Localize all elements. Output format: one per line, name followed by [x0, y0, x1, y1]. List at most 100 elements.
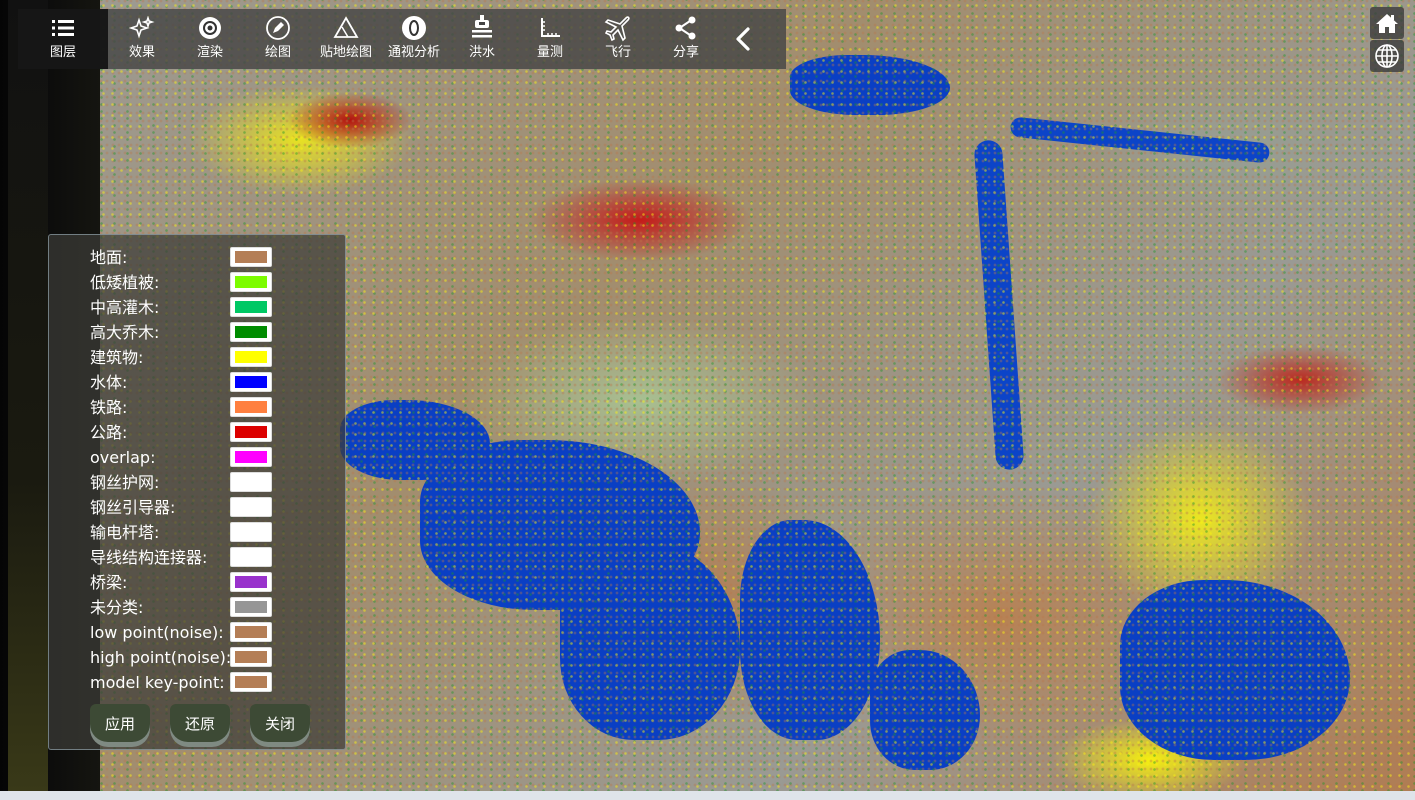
collapse-toolbar-button[interactable] [720, 9, 766, 69]
chevron-left-icon [736, 27, 750, 51]
legend-row-building: 建筑物: [49, 345, 347, 370]
ruler-icon [541, 18, 560, 37]
color-swatch[interactable] [230, 397, 272, 417]
tool-label: 渲染 [196, 45, 223, 60]
color-swatch[interactable] [230, 447, 272, 467]
color-swatch[interactable] [230, 597, 272, 617]
home-icon [1376, 14, 1398, 33]
color-swatch[interactable] [230, 647, 272, 667]
tool-label: 绘图 [264, 45, 291, 60]
close-button[interactable]: 关闭 [250, 704, 310, 742]
color-swatch[interactable] [230, 622, 272, 642]
tool-effects[interactable]: 效果 [108, 9, 176, 69]
color-swatch[interactable] [230, 297, 272, 317]
tool-layers[interactable]: 图层 [18, 9, 108, 69]
globe-button[interactable] [1370, 40, 1404, 72]
legend-label: 中高灌木: [90, 298, 160, 317]
swatch-fill [235, 301, 267, 313]
legend-row-wire-guide: 钢丝引导器: [49, 495, 347, 520]
tool-render[interactable]: 渲染 [176, 9, 244, 69]
legend-row-wire-guard: 钢丝护网: [49, 470, 347, 495]
legend-label: 钢丝引导器: [90, 498, 176, 517]
legend-row-water: 水体: [49, 370, 347, 395]
tool-label: 飞行 [604, 45, 631, 60]
legend-label: overlap: [90, 448, 156, 467]
legend-row-overlap: overlap: [49, 445, 347, 470]
legend-label: 钢丝护网: [90, 473, 160, 492]
legend-label: 水体: [90, 373, 128, 392]
color-swatch[interactable] [230, 422, 272, 442]
legend-label: high point(noise): [90, 648, 232, 667]
legend-label: 铁路: [90, 398, 128, 417]
color-swatch[interactable] [230, 372, 272, 392]
legend-row-transmission-tower: 输电杆塔: [49, 520, 347, 545]
tool-measure[interactable]: 量测 [516, 9, 584, 69]
flood-icon [472, 15, 492, 38]
swatch-fill [235, 576, 267, 588]
legend-row-wire-connector: 导线结构连接器: [49, 545, 347, 570]
legend-label: 公路: [90, 423, 128, 442]
color-swatch[interactable] [230, 497, 272, 517]
tool-label: 效果 [128, 45, 155, 60]
apply-button[interactable]: 应用 [90, 704, 150, 742]
swatch-fill [235, 651, 267, 663]
layers-icon [52, 20, 74, 36]
tool-visibility-analysis[interactable]: 通视分析 [380, 9, 448, 69]
swatch-fill [235, 401, 267, 413]
os-taskbar-strip [0, 791, 1415, 800]
color-swatch[interactable] [230, 672, 272, 692]
tool-flight[interactable]: 飞行 [584, 9, 652, 69]
color-swatch[interactable] [230, 272, 272, 292]
tool-label: 分享 [672, 45, 699, 60]
tool-flood[interactable]: 洪水 [448, 9, 516, 69]
tool-label: 图层 [49, 45, 76, 60]
legend-label: low point(noise): [90, 623, 224, 642]
map-left-edge-texture [8, 0, 48, 800]
tool-label: 通视分析 [387, 45, 440, 60]
legend-row-ground: 地面: [49, 245, 347, 270]
legend-label: 导线结构连接器: [90, 548, 208, 567]
ground-draw-icon [333, 16, 359, 38]
legend-label: 未分类: [90, 598, 144, 617]
swatch-fill [235, 376, 267, 388]
legend-row-bridge: 桥梁: [49, 570, 347, 595]
swatch-fill [235, 326, 267, 338]
legend-label: 输电杆塔: [90, 523, 160, 542]
legend-label: model key-point: [90, 673, 225, 692]
home-button[interactable] [1370, 7, 1404, 39]
color-swatch[interactable] [230, 247, 272, 267]
swatch-fill [235, 501, 267, 513]
render-icon [199, 17, 221, 39]
swatch-fill [235, 626, 267, 638]
classification-legend-panel: 地面: 低矮植被: 中高灌木: 高大乔木: 建筑物: 水体: 铁路: 公路: o… [48, 234, 346, 750]
legend-label: 地面: [90, 248, 128, 267]
pen-icon [266, 16, 290, 40]
legend-row-model-key-point: model key-point: [49, 670, 347, 695]
tool-draw[interactable]: 绘图 [244, 9, 312, 69]
legend-label: 建筑物: [90, 348, 144, 367]
swatch-fill [235, 451, 267, 463]
legend-row-medium-shrub: 中高灌木: [49, 295, 347, 320]
color-swatch[interactable] [230, 347, 272, 367]
tool-ground-draw[interactable]: 贴地绘图 [312, 9, 380, 69]
visibility-icon [402, 16, 426, 40]
legend-row-road: 公路: [49, 420, 347, 445]
restore-button[interactable]: 还原 [170, 704, 230, 742]
swatch-fill [235, 251, 267, 263]
tool-label: 贴地绘图 [319, 45, 372, 60]
color-swatch[interactable] [230, 547, 272, 567]
plane-icon [604, 16, 630, 42]
color-swatch[interactable] [230, 572, 272, 592]
swatch-fill [235, 276, 267, 288]
color-swatch[interactable] [230, 322, 272, 342]
color-swatch[interactable] [230, 522, 272, 542]
legend-label: 低矮植被: [90, 273, 160, 292]
share-icon [675, 16, 696, 40]
tool-share[interactable]: 分享 [652, 9, 720, 69]
color-swatch[interactable] [230, 472, 272, 492]
swatch-fill [235, 551, 267, 563]
legend-row-railway: 铁路: [49, 395, 347, 420]
legend-row-low-point-noise: low point(noise): [49, 620, 347, 645]
legend-row-low-vegetation: 低矮植被: [49, 270, 347, 295]
legend-label: 高大乔木: [90, 323, 160, 342]
